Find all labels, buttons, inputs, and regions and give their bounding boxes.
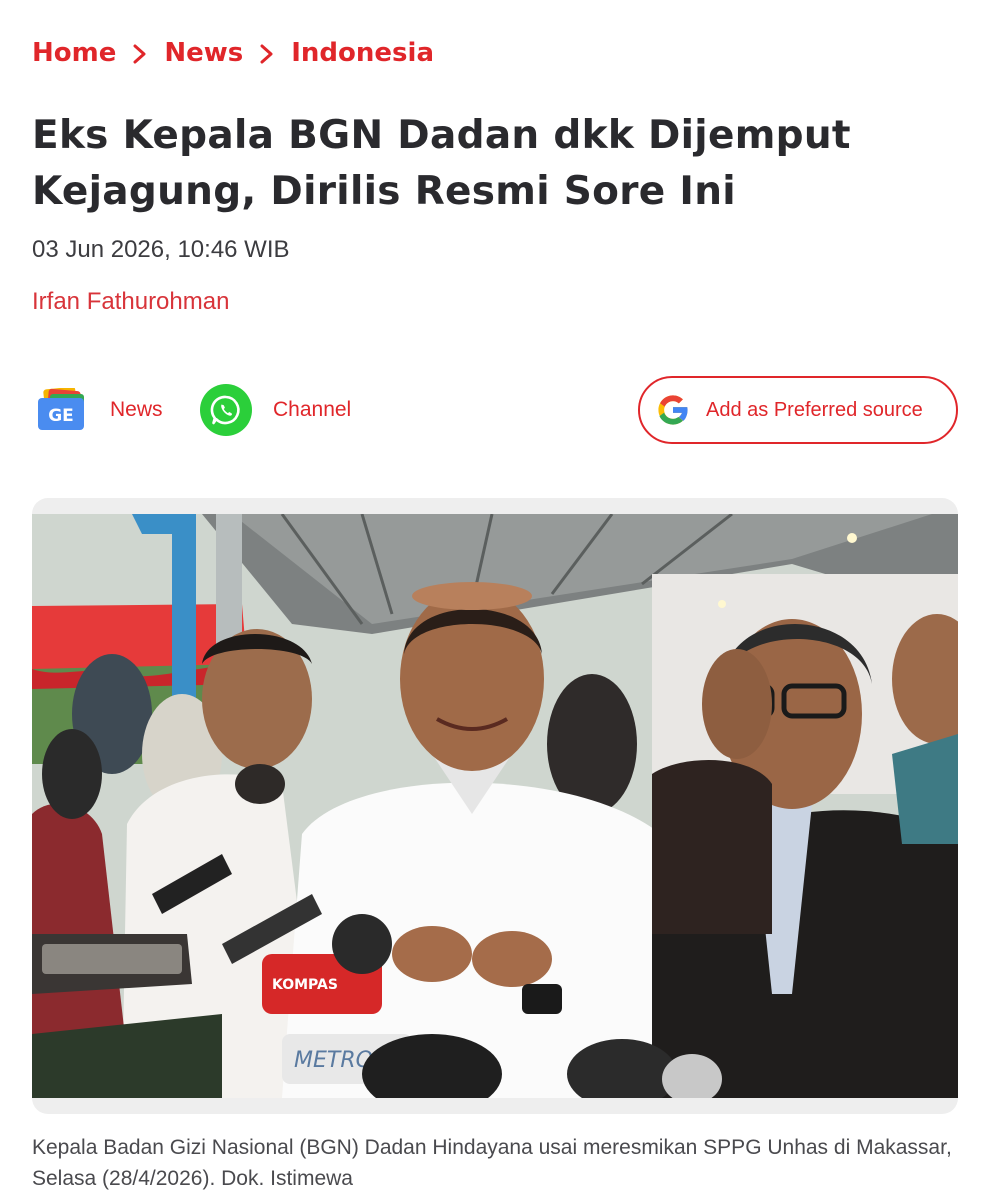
chevron-right-icon — [116, 41, 164, 65]
photo-text-kompas: KOMPAS — [272, 977, 338, 993]
whatsapp-icon — [200, 384, 252, 436]
breadcrumb: Home News Indonesia — [32, 38, 434, 68]
photo-text-metro: METRO — [294, 1048, 373, 1073]
preferred-source-label[interactable]: Add as Preferred source — [706, 399, 923, 422]
google-news-label[interactable]: News — [110, 398, 163, 422]
featured-photo[interactable]: KOMPAS METRO — [32, 514, 958, 1098]
breadcrumb-home[interactable]: Home — [32, 38, 116, 68]
article-page: Home News Indonesia Eks Kepala BGN Dadan… — [0, 0, 986, 1200]
whatsapp-label[interactable]: Channel — [273, 398, 351, 422]
featured-image-card: KOMPAS METRO — [32, 498, 958, 1114]
article-title: Eks Kepala BGN Dadan dkk Dijemput Kejagu… — [32, 113, 851, 214]
google-news-icon-text: GE — [48, 406, 74, 426]
google-news-icon: GE — [38, 388, 84, 430]
breadcrumb-news[interactable]: News — [164, 38, 243, 68]
google-g-icon — [658, 395, 689, 425]
article-date: 03 Jun 2026, 10:46 WIB — [32, 236, 290, 263]
share-row: GE News Channel Add as Preferred source — [32, 376, 958, 444]
chevron-right-icon — [243, 41, 291, 65]
photo-caption: Kepala Badan Gizi Nasional (BGN) Dadan H… — [32, 1136, 952, 1190]
article-author[interactable]: Irfan Fathurohman — [32, 288, 229, 316]
photo-illustration: KOMPAS METRO — [32, 514, 958, 1098]
add-preferred-source-button[interactable]: Add as Preferred source — [638, 376, 958, 444]
breadcrumb-indonesia[interactable]: Indonesia — [291, 38, 434, 68]
